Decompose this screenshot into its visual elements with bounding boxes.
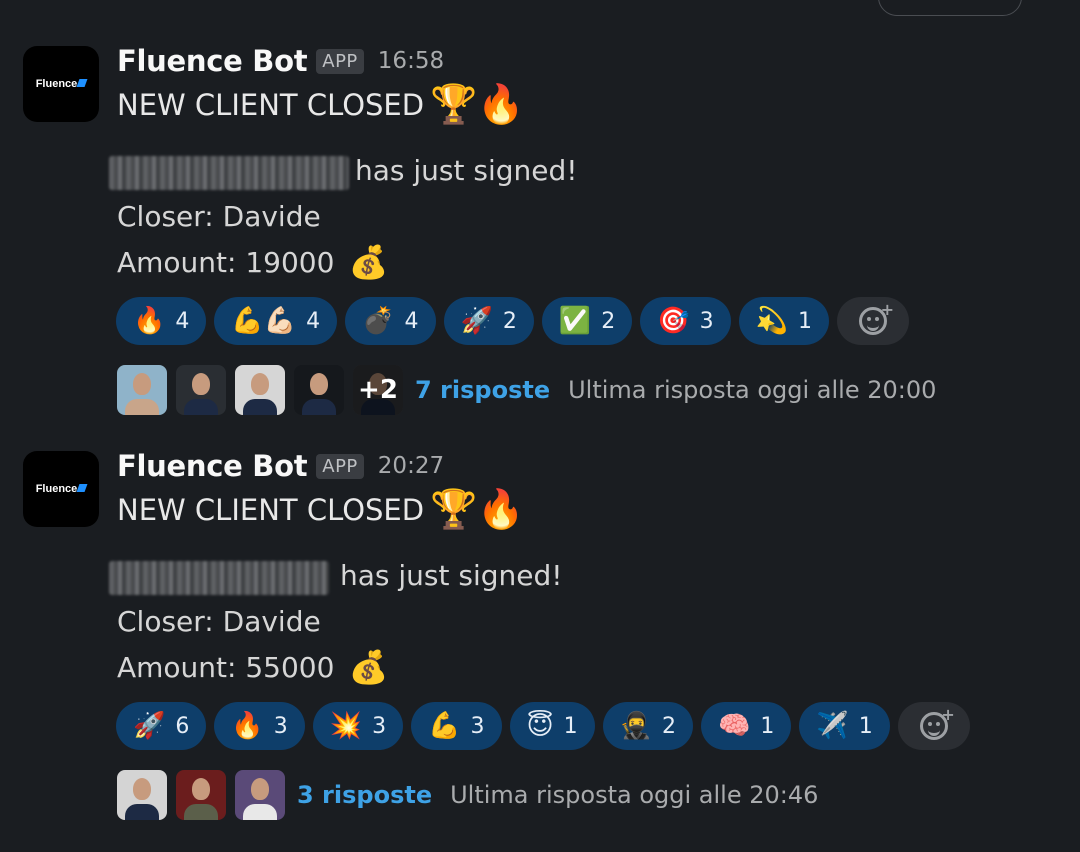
participant-avatar [235,770,285,820]
reaction-chip[interactable]: 🔥 3 [214,702,305,750]
reaction-chip[interactable]: 🚀 6 [116,702,207,750]
closer-text: Closer: Davide [117,605,321,638]
participant-avatar [117,770,167,820]
signed-text: has just signed! [355,154,578,187]
participant-avatar-more: +2 [353,365,403,415]
redacted-client-name [109,156,349,190]
participant-avatar [294,365,344,415]
trophy-fire-emojis: 🏆🔥 [430,82,525,126]
participant-avatar [176,365,226,415]
redacted-client-name [109,561,329,595]
replies-link[interactable]: 7 risposte [415,376,550,404]
participant-avatar [235,365,285,415]
thread-summary[interactable]: 3 risposte Ultima risposta oggi alle 20:… [117,770,818,820]
app-badge: APP [316,48,364,74]
closer-text: Closer: Davide [117,200,321,233]
participant-avatar [176,770,226,820]
bot-avatar[interactable]: Fluence [23,46,99,122]
reaction-chip[interactable]: 🔥 4 [116,297,207,345]
last-reply-text: Ultima risposta oggi alle 20:00 [568,376,937,404]
trophy-fire-emojis: 🏆🔥 [430,487,525,531]
amount-text: Amount: 55000 [117,650,335,684]
participant-avatar [117,365,167,415]
signed-text: has just signed! [340,559,563,592]
timestamp[interactable]: 20:27 [378,453,444,479]
add-reaction-button[interactable]: + [837,297,909,345]
reaction-chip[interactable]: 🚀 2 [443,297,534,345]
sender-name[interactable]: Fluence Bot [117,44,308,78]
thread-summary[interactable]: +2 7 risposte Ultima risposta oggi alle … [117,365,936,415]
reaction-chip[interactable]: ✈️ 1 [799,702,890,750]
sender-name[interactable]: Fluence Bot [117,449,308,483]
fluence-logo: Fluence [36,483,88,495]
top-button-edge[interactable] [878,0,1022,16]
money-bag-emoji: 💰 [348,243,389,281]
reaction-chip[interactable]: 🥷 2 [602,702,693,750]
reaction-bar: 🚀 6 🔥 3 💥 3 💪 3 😇 1 🥷 2 🧠 1 ✈️ 1 + [116,702,970,750]
reaction-bar: 🔥 4 💪💪🏻 4 💣 4 🚀 2 ✅ 2 🎯 3 💫 1 + [116,297,909,345]
reaction-chip[interactable]: 💥 3 [312,702,404,750]
last-reply-text: Ultima risposta oggi alle 20:46 [450,781,819,809]
reaction-chip[interactable]: ✅ 2 [541,297,633,345]
bot-avatar[interactable]: Fluence [23,451,99,527]
amount-text: Amount: 19000 [117,245,335,279]
reaction-chip[interactable]: 😇 1 [509,702,595,750]
add-reaction-button[interactable]: + [897,702,970,750]
add-emoji-icon: + [859,300,894,335]
app-badge: APP [316,453,364,479]
message-title: NEW CLIENT CLOSED 🏆🔥 [117,82,525,126]
add-emoji-icon: + [919,705,955,740]
reaction-chip[interactable]: 💪💪🏻 4 [214,297,338,345]
money-bag-emoji: 💰 [348,648,389,686]
message-title: NEW CLIENT CLOSED 🏆🔥 [117,487,525,531]
reaction-chip[interactable]: 🧠 1 [700,702,792,750]
reaction-chip[interactable]: 💪 3 [411,702,502,750]
reaction-chip[interactable]: 🎯 3 [640,297,731,345]
reaction-chip[interactable]: 💣 4 [345,297,436,345]
fluence-logo: Fluence [36,78,88,90]
replies-link[interactable]: 3 risposte [297,781,432,809]
reaction-chip[interactable]: 💫 1 [738,297,829,345]
timestamp[interactable]: 16:58 [378,48,444,74]
